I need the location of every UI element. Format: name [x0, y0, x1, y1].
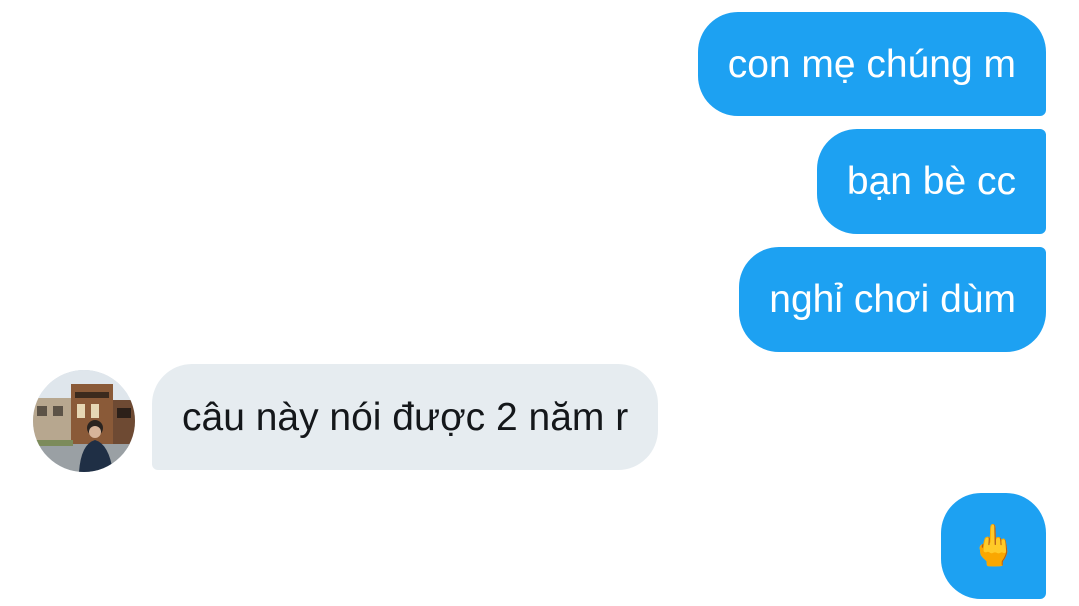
- message-text: nghỉ chơi dùm: [769, 278, 1016, 321]
- message-text: bạn bè cc: [846, 160, 1016, 203]
- middle-finger-emoji-icon: 🖕: [968, 524, 1019, 568]
- avatar[interactable]: [33, 370, 135, 472]
- message-text: câu này nói được 2 năm r: [182, 395, 629, 439]
- message-text: con mẹ chúng m: [727, 42, 1016, 86]
- profile-photo-avatar: [33, 370, 135, 472]
- message-bubble-outgoing[interactable]: nghỉ chơi dùm: [739, 247, 1046, 352]
- message-thread: con mẹ chúng m bạn bè cc nghỉ chơi dùm c…: [0, 0, 1079, 606]
- message-bubble-outgoing[interactable]: bạn bè cc: [816, 129, 1046, 234]
- message-bubble-incoming[interactable]: câu này nói được 2 năm r: [152, 364, 659, 470]
- message-bubble-outgoing[interactable]: 🖕: [941, 493, 1046, 599]
- message-bubble-outgoing[interactable]: con mẹ chúng m: [697, 12, 1046, 116]
